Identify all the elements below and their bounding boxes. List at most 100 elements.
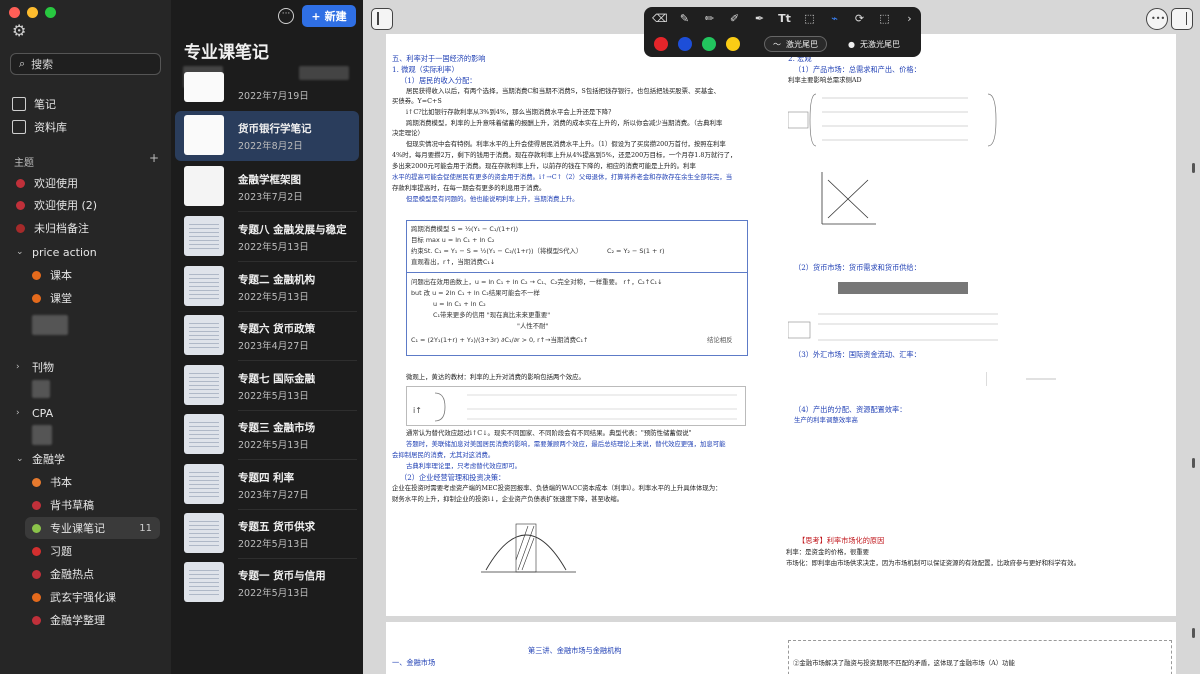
doc-text: 买债券。Y=C+S	[392, 97, 442, 105]
topic-item[interactable]: 课堂	[0, 287, 171, 309]
formula-line: 结论相反	[707, 336, 733, 344]
document-page[interactable]: 五、利率对于一国经济的影响 1. 微观（实际利率） （1）居民的收入分配： 居民…	[386, 34, 1176, 616]
topic-label: 专业课笔记	[50, 522, 105, 535]
pencil-icon[interactable]: ✏	[702, 11, 717, 26]
no-laser-tail-toggle[interactable]: ● 无激光尾巴	[840, 36, 908, 52]
doc-text: 跨期消费模型，利率的上升意味着储蓄的报酬上升，消费的成本实在上升的，所以你会减少…	[406, 119, 723, 127]
topic-item-active[interactable]: 专业课笔记 11	[25, 517, 160, 539]
chevron-down-icon[interactable]: ⌄	[16, 247, 24, 257]
new-note-button[interactable]: + 新建	[302, 5, 356, 27]
list-item[interactable]: 2022年7月19日	[171, 66, 363, 116]
close-window-button[interactable]	[9, 7, 20, 18]
topic-item[interactable]: 背书草稿	[0, 494, 171, 516]
color-yellow-swatch[interactable]	[726, 37, 740, 51]
search-input[interactable]: ⌕ 搜索	[10, 53, 161, 75]
shape-icon[interactable]: ⬚	[802, 11, 817, 26]
list-item[interactable]: 专题七 国际金融 2022年5月13日	[171, 361, 363, 411]
list-item[interactable]: 专题二 金融机构 2022年5月13日	[171, 262, 363, 312]
doc-text: 会抑制居民的消费，尤其对这消费。	[392, 451, 495, 459]
chevron-right-icon[interactable]: ›	[16, 408, 24, 418]
topic-count: 11	[139, 522, 152, 534]
list-item[interactable]: 专题五 货币供求 2022年5月13日	[171, 509, 363, 559]
note-title: 专题二 金融机构	[238, 274, 316, 286]
add-topic-button[interactable]: +	[149, 151, 159, 165]
topic-item[interactable]: 金融热点	[0, 563, 171, 585]
laser-tail-toggle[interactable]: 〜 激光尾巴	[764, 36, 827, 52]
text-icon[interactable]: Tt	[777, 11, 792, 26]
toggle-sidebar-button[interactable]	[371, 8, 393, 30]
formula-line: 直观看出，r↑，当期消费C₁↓	[411, 258, 496, 266]
group-price-action[interactable]: ⌄ price action	[0, 241, 171, 263]
marker-icon[interactable]: ✒	[752, 11, 767, 26]
group-cpa[interactable]: › CPA	[0, 402, 171, 424]
topic-label: 金融热点	[50, 568, 94, 581]
chevron-down-icon[interactable]: ⌄	[16, 454, 24, 464]
nav-notes[interactable]: 笔记	[12, 96, 56, 112]
topic-item[interactable]: 欢迎使用	[0, 172, 171, 194]
note-thumbnail	[184, 216, 224, 256]
note-title: 金融学框架图	[238, 174, 301, 186]
highlighter-icon[interactable]: ✐	[727, 11, 742, 26]
list-item[interactable]: 专题四 利率 2023年7月27日	[171, 460, 363, 510]
sidebar-icon	[377, 12, 379, 25]
list-item[interactable]: 金融学框架图 2023年7月2日	[171, 162, 363, 212]
topic-label: 习题	[50, 545, 72, 558]
list-item-selected[interactable]: 货币银行学笔记 2022年8月2日	[175, 111, 359, 161]
scrollbar-marker[interactable]	[1192, 163, 1195, 173]
scrollbar-marker[interactable]	[1192, 458, 1195, 468]
document-page[interactable]: 第三讲、金融市场与金融机构 一、金融市场 ②金融市场解决了融资与投资期限不匹配的…	[386, 622, 1176, 674]
more-options-button[interactable]: •••	[1146, 8, 1168, 30]
formula-line: "人性不耐"	[517, 322, 549, 330]
lasso-icon[interactable]: ⟳	[852, 11, 867, 26]
color-red-swatch[interactable]	[654, 37, 668, 51]
note-date: 2023年4月27日	[238, 341, 309, 352]
topic-item[interactable]: 书本	[0, 471, 171, 493]
note-date: 2022年7月19日	[238, 91, 309, 102]
topic-item[interactable]: 欢迎使用 (2)	[0, 194, 171, 216]
doc-heading: 第三讲、金融市场与金融机构	[528, 646, 622, 655]
search-icon: ⌕	[19, 57, 26, 70]
group-finance[interactable]: ⌄ 金融学	[0, 448, 171, 470]
formula-line: 约束St. C₁ = Y₁ − S = ½(Y₁ − C₂/(1+r))（将模型…	[411, 247, 583, 255]
nav-library[interactable]: 资料库	[12, 119, 67, 135]
document-area[interactable]: ••• 五、利率对于一国经济的影响 1. 微观（实际利率） （1）居民的收入分配…	[363, 0, 1200, 674]
doc-heading: 一、金融市场	[392, 658, 436, 667]
topic-item[interactable]: 未归档备注	[0, 217, 171, 239]
topic-item[interactable]: 课本	[0, 264, 171, 286]
eraser-icon[interactable]: ⌫	[652, 11, 668, 26]
minimize-window-button[interactable]	[27, 7, 38, 18]
nav-library-label: 资料库	[34, 121, 67, 134]
capital-flow-diagram	[986, 372, 1056, 386]
zoom-window-button[interactable]	[45, 7, 56, 18]
topic-color-dot	[32, 592, 41, 602]
blurred-region	[32, 315, 68, 335]
gear-icon[interactable]: ⚙	[12, 22, 30, 40]
color-green-swatch[interactable]	[702, 37, 716, 51]
scrollbar-marker[interactable]	[1192, 628, 1195, 638]
laser-pointer-icon[interactable]: ⌁	[827, 11, 842, 26]
group-journal[interactable]: › 刊物	[0, 356, 171, 378]
list-item[interactable]: 专题八 金融发展与稳定 2022年5月13日	[171, 212, 363, 262]
topic-item[interactable]: 金融学整理	[0, 609, 171, 631]
note-thumbnail	[184, 562, 224, 602]
toggle-panel-button[interactable]	[1171, 8, 1193, 30]
color-blue-swatch[interactable]	[678, 37, 692, 51]
more-options-button[interactable]: ···	[278, 8, 294, 24]
doc-text: 财务水平的上升，抑制企业的投资i↓，企业资产负债表扩张速度下降，甚至收缩。	[392, 495, 624, 503]
list-item[interactable]: 专题六 货币政策 2023年4月27日	[171, 311, 363, 361]
doc-text: 答题时，美联储加息对美国居民消费的影响，需要兼顾两个效应，最后总结理论上来说，替…	[406, 440, 726, 448]
topic-item[interactable]: 武玄宇强化课	[0, 586, 171, 608]
list-item[interactable]: 专题三 金融市场 2022年5月13日	[171, 410, 363, 460]
doc-text: 存款利率提高时，在每一期会有更多的利息用于消费。	[392, 184, 546, 192]
topic-item[interactable]: 习题	[0, 540, 171, 562]
notes-icon	[12, 97, 26, 111]
topic-label: 书本	[50, 476, 72, 489]
chevron-right-icon[interactable]: ›	[16, 362, 24, 372]
pen-icon[interactable]: ✎	[677, 11, 692, 26]
select-icon[interactable]: ⬚	[877, 11, 892, 26]
group-label: price action	[32, 245, 97, 259]
doc-text: 微观上，黄达的教材：利率的上升对消费的影响包括两个效应。	[406, 373, 585, 381]
list-item[interactable]: 专题一 货币与信用 2022年5月13日	[171, 558, 363, 608]
annotation-toolbar: ⌫ ✎ ✏ ✐ ✒ Tt ⬚ ⌁ ⟳ ⬚ › 〜 激光尾巴 ● 无激光尾巴	[644, 7, 921, 57]
chevron-right-icon[interactable]: ›	[902, 11, 917, 26]
